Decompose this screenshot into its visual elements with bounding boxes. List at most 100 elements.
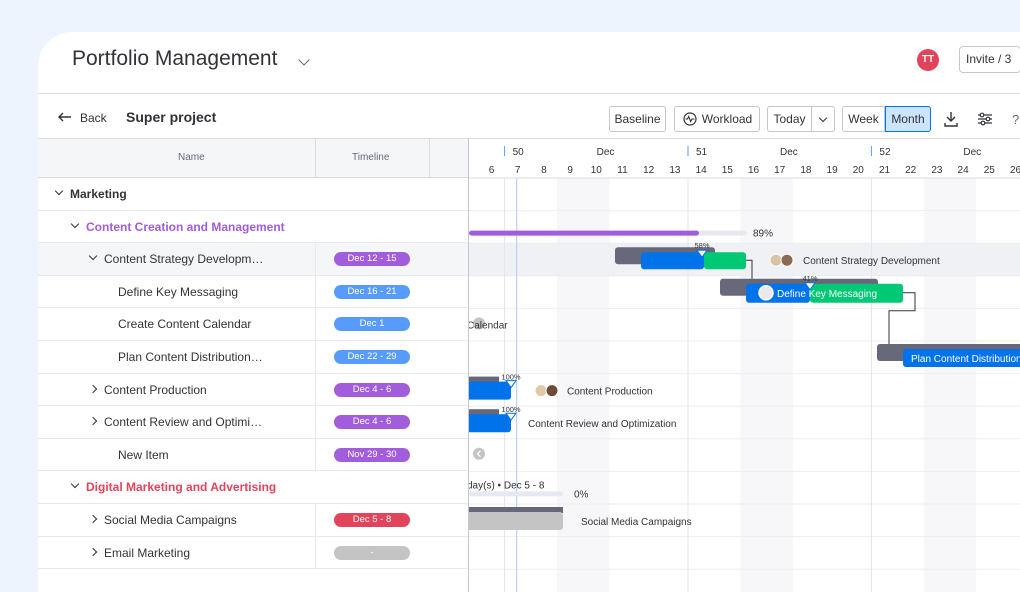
chevron-down-icon[interactable] [70, 219, 80, 228]
review-task-name: Content Review and Optimization [528, 419, 676, 430]
week-number: 50 [513, 147, 525, 158]
chevron-right-icon[interactable] [88, 547, 98, 556]
group-progress-label: 89% [753, 229, 773, 240]
row-label[interactable]: Marketing [70, 187, 127, 201]
group-progress-track [469, 491, 563, 497]
table-row[interactable]: Content Review and Optimi… Dec 4 - 6 [38, 406, 468, 439]
table-row[interactable]: Content Strategy Developm… Dec 12 - 15 [38, 243, 468, 276]
row-label[interactable]: Email Marketing [104, 546, 190, 560]
day-label: 15 [722, 165, 734, 176]
row-label[interactable]: Define Key Messaging [118, 285, 238, 299]
project-title: Super project [126, 109, 217, 125]
week-month: Dec [597, 147, 615, 158]
weekend-shade [923, 178, 977, 592]
timeline-pill[interactable]: Nov 29 - 30 [334, 447, 410, 462]
chevron-down-icon[interactable] [88, 251, 98, 261]
workload-button[interactable]: Workload [674, 106, 760, 132]
day-label: 22 [905, 165, 917, 176]
strategy-progress-label: 58% [694, 241, 709, 250]
day-label: 26 [1010, 165, 1020, 176]
column-divider [315, 503, 316, 536]
timeline-pill[interactable]: Dec 4 - 6 [334, 415, 410, 430]
chevron-down-icon[interactable] [70, 480, 80, 489]
table-row[interactable]: Plan Content Distribution… Dec 22 - 29 [38, 340, 468, 374]
timeline-pill[interactable]: Dec 4 - 6 [334, 382, 410, 397]
timeline-pill[interactable]: Dec 1 [334, 317, 410, 332]
column-divider [315, 340, 316, 373]
assignee-avatar[interactable] [534, 384, 548, 398]
row-label[interactable]: Content Production [104, 383, 207, 397]
grid-header: Name Timeline [38, 139, 468, 178]
task-bar-production[interactable] [469, 381, 511, 400]
scroll-to-task-icon[interactable] [473, 447, 485, 460]
workload-label: Workload [701, 112, 753, 126]
row-label[interactable]: Social Media Campaigns [104, 513, 237, 527]
digital-progress-label: 0% [574, 489, 589, 500]
timeline-pill[interactable]: Dec 22 - 29 [334, 349, 410, 364]
calendar-task-name: Calendar [469, 320, 508, 331]
row-label[interactable]: Create Content Calendar [118, 317, 251, 331]
table-row[interactable]: Content Production Dec 4 - 6 [38, 373, 468, 407]
row-label[interactable]: Content Review and Optimi… [104, 415, 262, 429]
group-row[interactable]: Digital Marketing and Advertising [38, 471, 468, 504]
timeline-pill[interactable]: - [334, 545, 410, 560]
row-label[interactable]: Digital Marketing and Advertising [86, 480, 276, 494]
timeline-pill[interactable]: Dec 5 - 8 [334, 512, 410, 527]
name-column-header[interactable]: Name [178, 152, 205, 163]
help-button[interactable]: ? [1012, 112, 1019, 127]
back-button[interactable]: Back [80, 111, 107, 125]
weekend-shade [557, 178, 610, 592]
baseline-button[interactable]: Baseline [609, 106, 666, 132]
chevron-right-icon[interactable] [88, 416, 98, 426]
week-button[interactable]: Week [842, 106, 885, 132]
today-dropdown[interactable] [811, 106, 835, 132]
table-row[interactable]: Email Marketing - [38, 536, 468, 570]
table-row[interactable]: Define Key Messaging Dec 16 - 21 [38, 275, 468, 309]
month-button[interactable]: Month [885, 106, 931, 132]
row-label[interactable]: Content Creation and Management [86, 220, 285, 234]
table-row[interactable]: Social Media Campaigns Dec 5 - 8 [38, 503, 468, 537]
column-divider [315, 139, 316, 178]
group-row[interactable]: Content Creation and Management [38, 210, 468, 244]
column-divider [315, 308, 316, 340]
timeline-pill[interactable]: Dec 12 - 15 [334, 252, 410, 267]
day-label: 23 [931, 165, 943, 176]
week-number: 52 [879, 147, 891, 158]
chevron-right-icon[interactable] [88, 514, 98, 524]
day-label: 24 [958, 165, 970, 176]
assignee-avatar[interactable] [758, 285, 774, 301]
week-number: 51 [696, 147, 708, 158]
chevron-right-icon[interactable] [88, 384, 98, 393]
timeline-column-header[interactable]: Timeline [352, 152, 389, 163]
row-label[interactable]: Plan Content Distribution… [118, 350, 263, 364]
timeline-pill[interactable]: Dec 16 - 21 [334, 284, 410, 299]
download-icon[interactable] [942, 110, 960, 128]
distribution-task-name: Plan Content Distribution [911, 354, 1020, 365]
day-label: 11 [617, 165, 628, 176]
row-label[interactable]: New Item [118, 448, 169, 462]
assignee-avatar[interactable] [545, 384, 559, 398]
table-row[interactable]: Create Content Calendar Dec 1 [38, 308, 468, 341]
assignee-avatar[interactable] [769, 253, 783, 267]
settings-sliders-icon[interactable] [976, 110, 994, 128]
row-label[interactable]: Content Strategy Developm… [104, 252, 263, 266]
day-label: 18 [800, 165, 812, 176]
chevron-down-icon[interactable] [54, 186, 64, 196]
table-row[interactable]: New Item Nov 29 - 30 [38, 438, 468, 472]
toolbar: Back Super project Baseline Workload Tod… [38, 94, 1020, 139]
chevron-down-icon[interactable] [298, 54, 310, 66]
day-label: 16 [748, 165, 760, 176]
avatar[interactable]: TT [917, 49, 939, 71]
task-bar-review[interactable] [469, 414, 511, 433]
task-bar-strategy-progress[interactable] [704, 252, 746, 270]
day-label: 7 [515, 165, 521, 176]
day-label: 13 [669, 165, 681, 176]
invite-button[interactable]: Invite / 3 [959, 46, 1020, 73]
task-bar-strategy[interactable] [641, 252, 704, 270]
group-row[interactable]: Marketing [38, 178, 468, 211]
today-button[interactable]: Today [767, 106, 812, 132]
back-arrow-icon[interactable] [58, 112, 72, 122]
group-progress-bar[interactable] [469, 230, 699, 236]
assignee-avatar[interactable] [780, 253, 794, 267]
task-bar-social[interactable] [469, 512, 563, 530]
